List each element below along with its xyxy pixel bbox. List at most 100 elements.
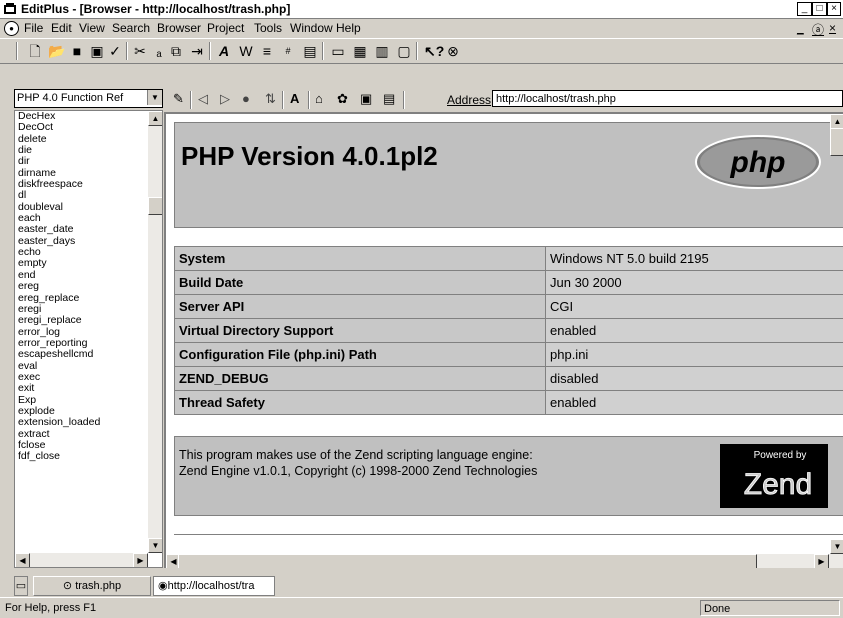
save-icon[interactable]: ■ [68, 42, 86, 60]
menu-edit[interactable]: Edit [51, 21, 72, 35]
replace-icon[interactable]: ₐ [150, 42, 168, 60]
folder-icon[interactable]: ▭ [14, 576, 28, 596]
function-list-item[interactable]: empty [18, 258, 146, 269]
info-key: Virtual Directory Support [175, 319, 546, 343]
info-value: disabled [546, 367, 843, 391]
function-list-item[interactable]: escapeshellcmd [18, 349, 146, 360]
scroll-left-icon[interactable]: ◀ [15, 553, 30, 568]
scroll-down-icon[interactable]: ▼ [148, 538, 163, 553]
info-value: enabled [546, 391, 843, 415]
scroll-thumb[interactable] [830, 128, 843, 156]
history-icon[interactable]: ▤ [383, 91, 395, 107]
window-cascade-icon[interactable]: ▦ [351, 42, 369, 60]
function-list-item[interactable]: ereg [18, 281, 146, 292]
word-wrap-icon[interactable]: W [237, 42, 255, 60]
function-list-item[interactable]: diskfreespace [18, 179, 146, 190]
scroll-up-icon[interactable]: ▲ [830, 114, 843, 129]
mdi-restore-button[interactable]: ⓐ [812, 21, 824, 38]
menu-window[interactable]: Window [290, 21, 333, 35]
new-file-icon[interactable]: 🗋 [26, 42, 44, 60]
menu-tools[interactable]: Tools [254, 21, 282, 35]
function-list-item[interactable]: delete [18, 134, 146, 145]
zend-logo: Powered by Zend [720, 444, 828, 508]
status-state: Done [700, 600, 840, 616]
directory-window-icon[interactable]: ▥ [373, 42, 391, 60]
ruler-icon[interactable]: ▤ [301, 42, 319, 60]
stop-icon[interactable]: ⊗ [444, 42, 462, 60]
spell-check-icon[interactable]: ✓ [106, 42, 124, 60]
page-divider [174, 534, 843, 535]
toolbar-separator [403, 91, 405, 109]
menu-browser[interactable]: Browser [157, 21, 201, 35]
browser-horizontal-scrollbar[interactable]: ◀ ▶ [166, 554, 843, 568]
function-list-item[interactable]: fdf_close [18, 451, 146, 462]
toolbar-separator [282, 91, 284, 109]
status-bar: For Help, press F1 Done [0, 597, 843, 618]
cliptext-window-icon[interactable]: ▢ [395, 42, 413, 60]
line-spacing-icon[interactable]: ≡ [258, 42, 276, 60]
line-number-icon[interactable]: # [279, 42, 297, 60]
context-help-icon[interactable]: ↖? [424, 42, 442, 60]
address-input[interactable]: http://localhost/trash.php [492, 90, 843, 107]
window-tile-icon[interactable]: ▭ [329, 42, 347, 60]
menu-view[interactable]: View [79, 21, 105, 35]
menu-help[interactable]: Help [336, 21, 361, 35]
function-list[interactable]: DecHexDecOctdeletediedirdirnamediskfrees… [14, 110, 163, 568]
copy-icon[interactable]: ⧉ [167, 42, 185, 60]
function-list-item[interactable]: DecOct [18, 122, 146, 133]
table-row: Thread Safetyenabled [175, 391, 843, 415]
back-icon[interactable]: ◁ [198, 91, 208, 107]
mdi-minimize-button[interactable]: _ [797, 21, 804, 35]
minimize-button[interactable]: _ [797, 2, 812, 16]
save-all-icon[interactable]: ▣ [88, 42, 106, 60]
maximize-button[interactable]: □ [812, 2, 827, 16]
menu-file[interactable]: File [24, 21, 43, 35]
tab-browser-localhost[interactable]: ◉http://localhost/tra [153, 576, 275, 596]
function-list-item[interactable]: exit [18, 383, 146, 394]
chevron-down-icon[interactable]: ▼ [147, 90, 162, 105]
function-list-vertical-scrollbar[interactable]: ▲ ▼ [148, 111, 162, 553]
favorites-icon[interactable]: ▣ [360, 91, 372, 107]
menu-search[interactable]: Search [112, 21, 150, 35]
info-key: Server API [175, 295, 546, 319]
menu-project[interactable]: Project [207, 21, 244, 35]
function-list-item[interactable]: eregi_replace [18, 315, 146, 326]
function-list-item[interactable]: exec [18, 372, 146, 383]
browser-view: PHP Version 4.0.1pl2 php SystemWindows N… [164, 112, 843, 568]
title-bar: EditPlus - [Browser - http://localhost/t… [0, 0, 843, 19]
info-value: enabled [546, 319, 843, 343]
function-list-horizontal-scrollbar[interactable]: ◀ ▶ [15, 553, 148, 567]
mdi-close-button[interactable]: × [829, 21, 836, 35]
open-folder-icon[interactable]: 📂 [48, 42, 66, 60]
info-key: System [175, 247, 546, 271]
stop-icon[interactable]: ● [242, 91, 250, 107]
scroll-down-icon[interactable]: ▼ [830, 539, 843, 554]
scroll-thumb[interactable] [148, 197, 163, 215]
refresh-icon[interactable]: ⇅ [265, 91, 276, 107]
close-button[interactable]: × [827, 2, 841, 16]
scroll-right-icon[interactable]: ▶ [814, 554, 829, 568]
document-menu-icon[interactable]: ● [4, 21, 19, 36]
editplus-app-icon [3, 2, 17, 15]
info-key: ZEND_DEBUG [175, 367, 546, 391]
zend-logo-word: Zend [744, 468, 812, 501]
scroll-thumb[interactable] [178, 554, 757, 568]
function-list-item[interactable]: extension_loaded [18, 417, 146, 428]
font-icon[interactable]: A [215, 42, 233, 60]
scroll-right-icon[interactable]: ▶ [133, 553, 148, 568]
toolbar-separator [322, 42, 324, 60]
file-icon: ⊙ [63, 580, 75, 592]
font-size-icon[interactable]: A [290, 91, 299, 107]
home-icon[interactable]: ⌂ [315, 91, 323, 107]
edit-pencil-icon[interactable]: ✎ [173, 91, 184, 107]
forward-icon[interactable]: ▷ [220, 91, 230, 107]
scroll-up-icon[interactable]: ▲ [148, 111, 163, 126]
function-reference-select[interactable]: PHP 4.0 Function Ref ▼ [14, 89, 163, 108]
tab-trash-php[interactable]: ⊙ trash.php [33, 576, 151, 596]
indent-icon[interactable]: ⇥ [188, 42, 206, 60]
function-list-item[interactable]: die [18, 145, 146, 156]
tab-label: http://localhost/tra [168, 580, 255, 592]
cut-icon[interactable]: ✂ [131, 42, 149, 60]
document-tab-bar: ▭ ⊙ trash.php ◉http://localhost/tra [0, 575, 843, 595]
search-web-icon[interactable]: ✿ [337, 91, 348, 107]
